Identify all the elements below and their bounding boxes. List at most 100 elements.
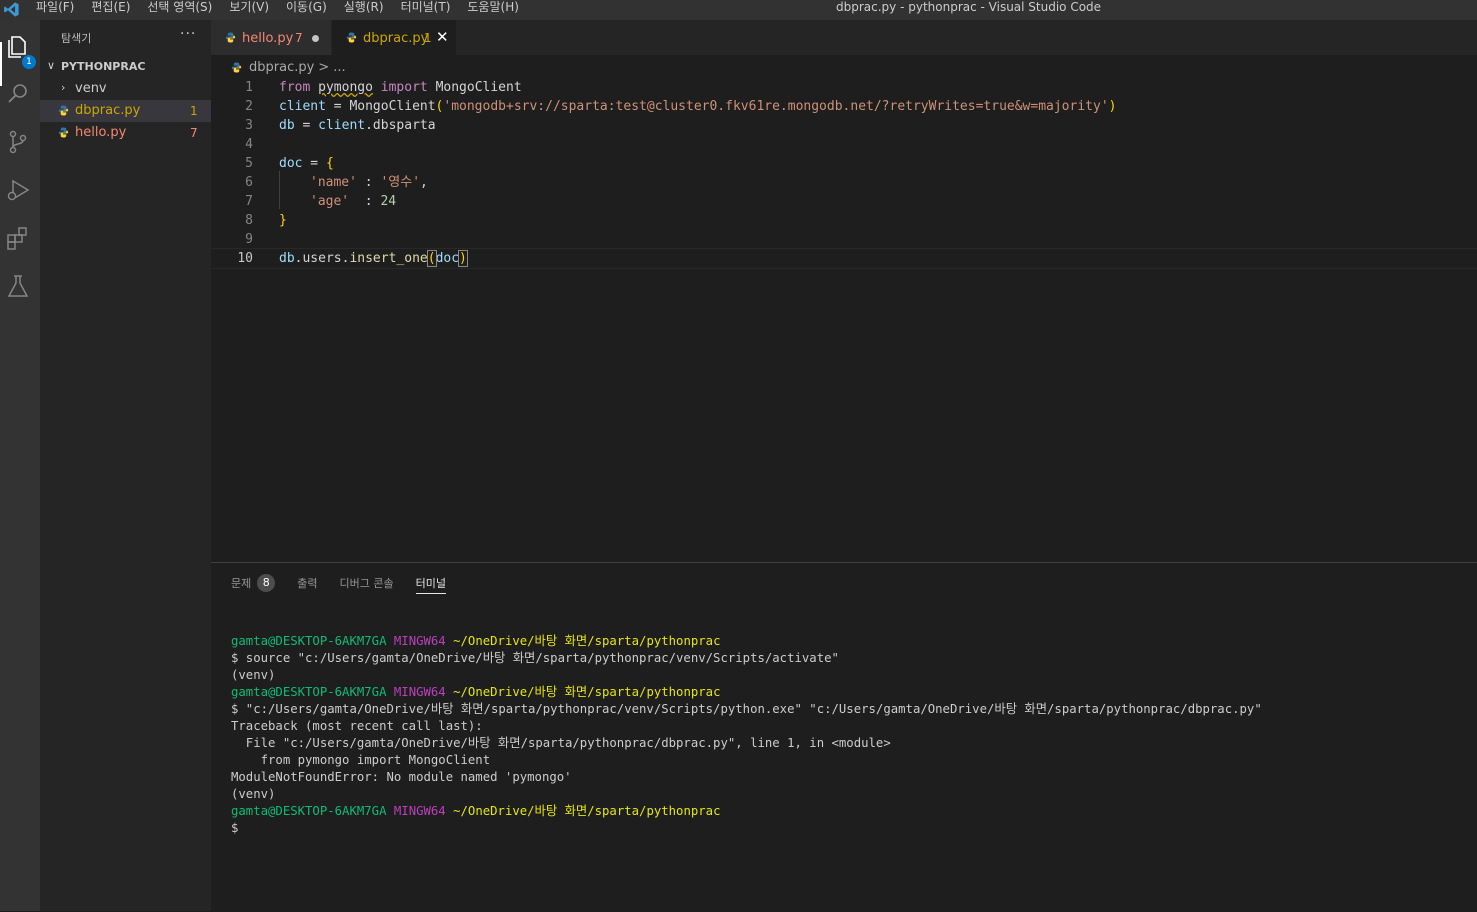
terminal-line: (venv): [231, 787, 276, 801]
unsaved-dot-icon[interactable]: [312, 35, 319, 42]
breadcrumb-file[interactable]: dbprac.py: [249, 60, 314, 75]
tab-label: 디버그 콘솔: [339, 577, 394, 590]
terminal-prompt: gamta@DESKTOP-6AKM7GA MINGW64 ~/OneDrive…: [231, 685, 721, 699]
tree-item-label: venv: [75, 81, 107, 96]
flask-icon: [7, 275, 29, 297]
terminal-input-line[interactable]: $: [231, 820, 1262, 837]
code-line: 8 }: [211, 211, 1477, 230]
menu-view[interactable]: 보기(V): [229, 0, 277, 20]
run-debug-button[interactable]: [4, 176, 32, 204]
terminal-line: from pymongo import MongoClient: [231, 753, 491, 767]
terminal-line: ModuleNotFoundError: No module named 'py…: [231, 770, 572, 784]
menu-go[interactable]: 이동(G): [286, 0, 335, 20]
menu-file[interactable]: 파일(F): [36, 0, 82, 20]
code-line: 3 db = client.dbsparta: [211, 116, 1477, 135]
problem-count: 7: [190, 126, 198, 140]
menu-help[interactable]: 도움말(H): [467, 0, 527, 20]
code-text: 'name' : '영수',: [310, 175, 428, 190]
menu-bar: 파일(F) 편집(E) 선택 영역(S) 보기(V) 이동(G) 실행(R) 터…: [36, 0, 536, 20]
explorer-badge: 1: [22, 55, 36, 69]
terminal-line: (venv): [231, 668, 276, 682]
code-text: doc = {: [279, 156, 334, 171]
terminal-line: File "c:/Users/gamta/OneDrive/바탕 화면/spar…: [231, 736, 891, 750]
tab-problem-count: 1: [424, 31, 432, 45]
panel-tabs: 문제 8 출력 디버그 콘솔 터미널: [231, 573, 468, 597]
line-number: 8: [245, 213, 253, 228]
tab-problems[interactable]: 문제 8: [231, 573, 276, 593]
terminal-output[interactable]: gamta@DESKTOP-6AKM7GA MINGW64 ~/OneDrive…: [231, 633, 1262, 837]
code-text: from pymongo import MongoClient: [279, 80, 522, 95]
active-indicator: [0, 42, 2, 86]
sidebar-title: 탐색기: [61, 32, 92, 45]
tab-hello-py[interactable]: hello.py 7: [211, 20, 331, 55]
tree-item-label: dbprac.py: [75, 103, 141, 118]
terminal-line: $ source "c:/Users/gamta/OneDrive/바탕 화면/…: [231, 651, 839, 665]
menu-run[interactable]: 실행(R): [344, 0, 392, 20]
chevron-right-icon: ›: [61, 81, 66, 94]
menu-selection[interactable]: 선택 영역(S): [147, 0, 220, 20]
line-number: 1: [245, 80, 253, 95]
code-line: 7 'age' : 24: [211, 192, 1477, 211]
tab-label: 출력: [297, 577, 318, 590]
close-icon[interactable]: ✕: [436, 28, 449, 46]
python-file-icon: [58, 127, 69, 138]
extensions-icon: [7, 227, 27, 250]
extensions-button[interactable]: [4, 224, 32, 252]
code-line: 6 'name' : '영수',: [211, 173, 1477, 192]
bottom-panel: 문제 8 출력 디버그 콘솔 터미널 gamta@DESKTOP-6AKM7GA…: [211, 562, 1477, 912]
code-text: db.users.insert_one(doc): [279, 250, 468, 267]
editor-tabs: hello.py 7 dbprac.py 1 ✕: [211, 20, 1477, 55]
line-number: 5: [245, 156, 253, 171]
vscode-logo-icon: [4, 2, 19, 17]
python-file-icon: [225, 32, 236, 43]
code-line: 1 from pymongo import MongoClient: [211, 78, 1477, 97]
tree-item-hello[interactable]: hello.py 7: [40, 122, 211, 144]
search-icon: [8, 84, 27, 103]
terminal-line: Traceback (most recent call last):: [231, 719, 483, 733]
code-text: }: [279, 213, 287, 228]
activity-bar: 1: [0, 20, 40, 911]
python-file-icon: [231, 61, 242, 73]
tab-label: 문제: [231, 577, 252, 590]
line-number: 2: [245, 99, 253, 114]
search-button[interactable]: [4, 80, 32, 108]
source-control-icon: [9, 130, 27, 154]
tab-output[interactable]: 출력: [297, 573, 317, 593]
breadcrumb-separator: >: [318, 59, 330, 75]
tab-terminal[interactable]: 터미널: [415, 573, 446, 594]
tree-item-venv[interactable]: › venv: [40, 78, 211, 100]
explorer-sidebar: 탐색기 ··· ∨ PYTHONPRAC › venv dbprac.py 1 …: [40, 20, 211, 911]
line-number: 7: [245, 194, 253, 209]
folder-name: PYTHONPRAC: [61, 60, 146, 73]
more-actions-button[interactable]: ···: [180, 26, 196, 42]
problems-count-badge: 8: [257, 574, 276, 592]
explorer-button[interactable]: 1: [4, 32, 36, 69]
code-line: 9: [211, 230, 1477, 249]
tab-label: hello.py: [242, 31, 294, 46]
line-number: 4: [245, 137, 253, 152]
menu-edit[interactable]: 편집(E): [91, 0, 138, 20]
tree-item-label: hello.py: [75, 125, 127, 140]
source-control-button[interactable]: [4, 128, 32, 156]
tab-problem-count: 7: [295, 31, 303, 45]
folder-header[interactable]: ∨ PYTHONPRAC: [40, 56, 211, 78]
tab-dbprac-py[interactable]: dbprac.py 1 ✕: [332, 20, 456, 55]
window-title: dbprac.py - pythonprac - Visual Studio C…: [836, 0, 1102, 14]
testing-button[interactable]: [4, 272, 32, 300]
line-number: 3: [245, 118, 253, 133]
line-number: 6: [245, 175, 253, 190]
run-debug-icon: [7, 179, 30, 201]
tree-item-dbprac[interactable]: dbprac.py 1: [40, 100, 211, 122]
current-code-line: 10 db.users.insert_one(doc): [211, 248, 1477, 269]
terminal-prompt: gamta@DESKTOP-6AKM7GA MINGW64 ~/OneDrive…: [231, 634, 721, 648]
tab-label: dbprac.py: [363, 31, 429, 46]
code-editor[interactable]: 1 from pymongo import MongoClient 2 clie…: [211, 76, 1477, 546]
breadcrumb-symbols[interactable]: ...: [333, 60, 345, 75]
code-line: 5 doc = {: [211, 154, 1477, 173]
line-number: 9: [245, 232, 253, 247]
menu-terminal[interactable]: 터미널(T): [401, 0, 459, 20]
python-file-icon: [346, 32, 357, 43]
tab-debug-console[interactable]: 디버그 콘솔: [340, 573, 394, 593]
chevron-down-icon: ∨: [47, 59, 56, 72]
problem-count: 1: [190, 104, 198, 118]
